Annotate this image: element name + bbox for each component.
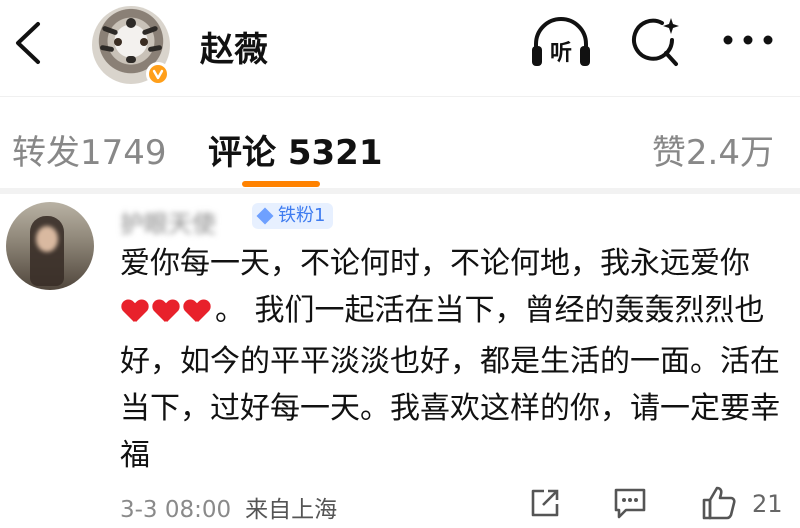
like-count: 21 <box>752 490 783 518</box>
commenter-avatar[interactable] <box>6 202 94 290</box>
tab-bar: 转发1749 评论 5321 赞2.4万 <box>0 96 800 193</box>
divider <box>0 188 800 194</box>
search-icon[interactable] <box>628 14 684 70</box>
more-options-icon[interactable] <box>720 30 776 50</box>
heart-icon <box>153 300 179 324</box>
comment-meta: 3-3 08:00 来自上海 <box>120 490 337 524</box>
thumbs-up-icon[interactable] <box>700 484 738 522</box>
tab-likes[interactable]: 赞2.4万 <box>652 125 774 174</box>
listen-label: 听 <box>550 41 572 66</box>
tab-forward[interactable]: 转发1749 <box>12 125 167 174</box>
listen-button[interactable]: 听 <box>528 14 594 74</box>
tab-comments[interactable]: 评论 5321 <box>208 125 382 174</box>
top-bar: 赵薇 听 <box>0 0 800 90</box>
back-icon[interactable] <box>8 18 52 68</box>
author-name[interactable]: 赵薇 <box>200 22 268 71</box>
share-icon[interactable] <box>528 486 562 520</box>
diamond-icon <box>256 207 274 225</box>
comment-text: 爱你每一天，不论何时，不论何地，我永远爱你。 我们一起活在当下，曾经的轰轰烈烈也… <box>120 246 780 473</box>
heart-icon <box>184 300 210 324</box>
comment-location: 来自上海 <box>245 497 338 523</box>
verified-badge-icon <box>146 62 170 86</box>
author-avatar[interactable] <box>92 6 176 90</box>
heart-emojis <box>122 291 215 338</box>
comment-reply-icon[interactable] <box>612 486 648 520</box>
active-tab-indicator <box>242 181 320 187</box>
heart-icon <box>122 300 148 324</box>
fan-badge: 铁粉1 <box>252 203 334 229</box>
headphones-icon: 听 <box>532 17 590 66</box>
comment-time: 3-3 08:00 <box>120 497 232 523</box>
commenter-name[interactable]: 护眼天使 <box>120 204 216 239</box>
